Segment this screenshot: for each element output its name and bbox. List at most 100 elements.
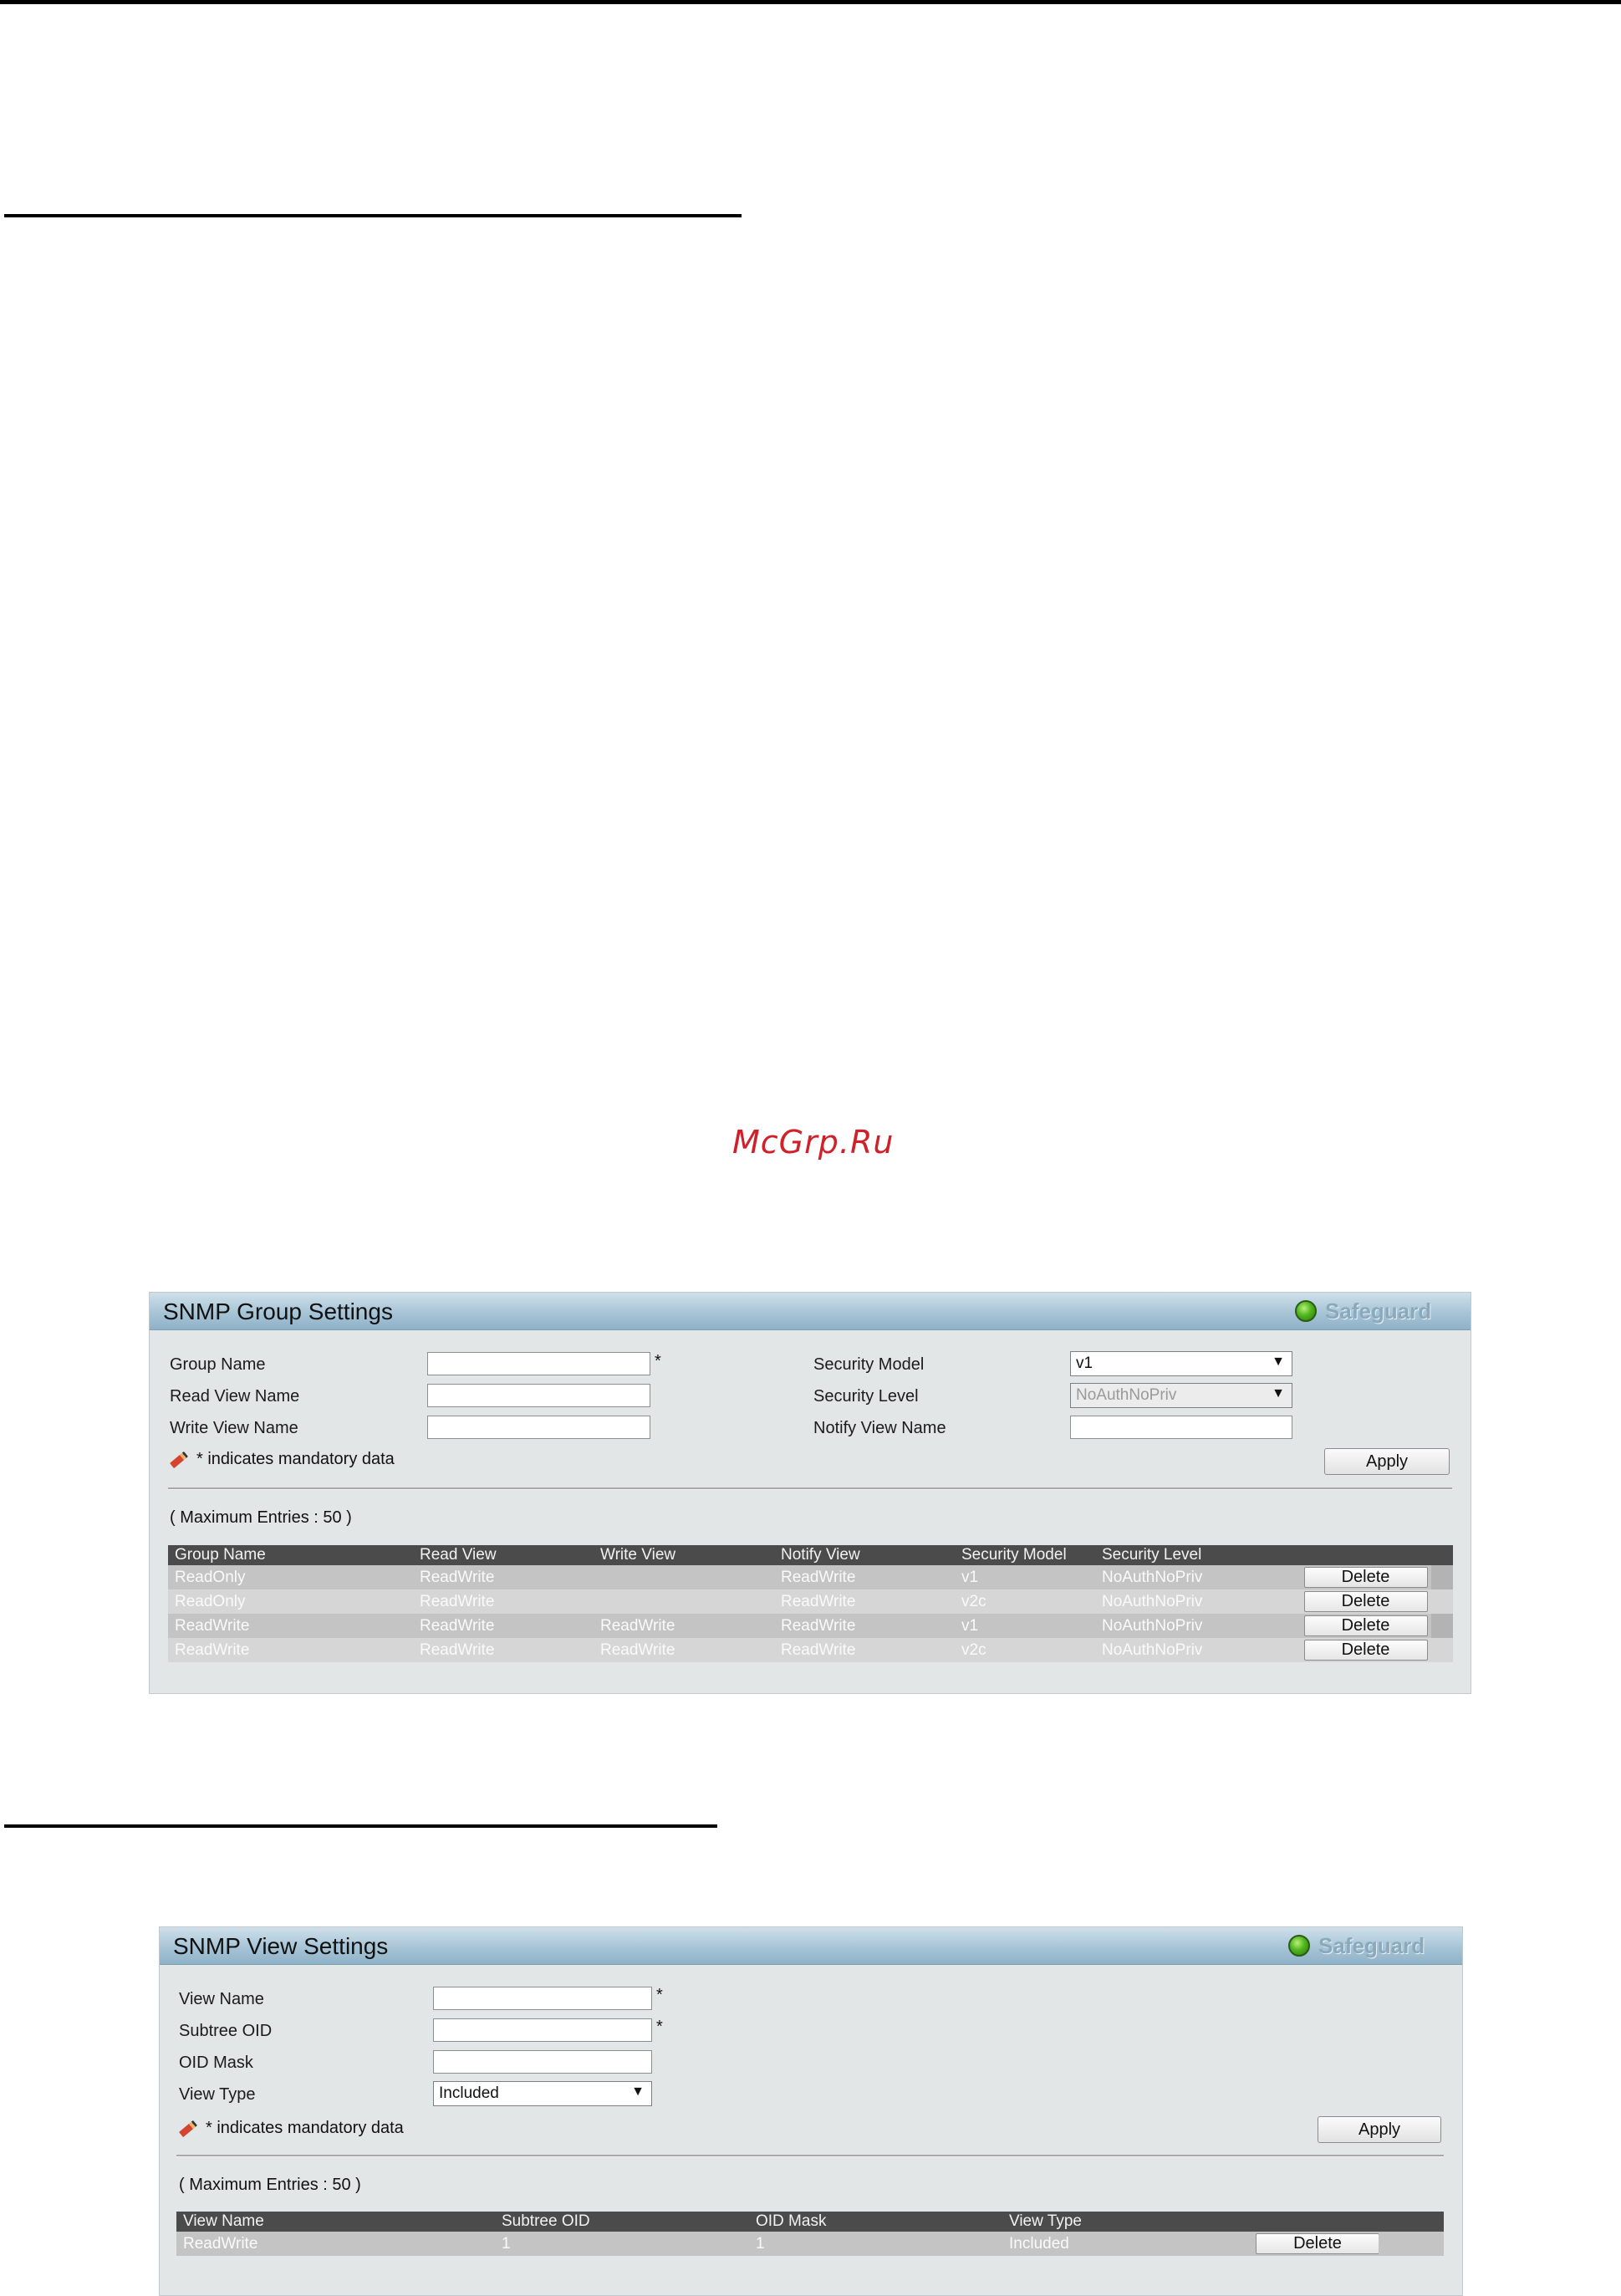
table-row: ReadOnly ReadWrite ReadWrite v2c NoAuthN… [168, 1589, 1453, 1614]
subtree-oid-input[interactable] [433, 2018, 652, 2042]
scrollbar-track[interactable] [1431, 1614, 1453, 1638]
table-row: ReadWrite 1 1 Included Delete [176, 2232, 1444, 2256]
column-header-read-view: Read View [413, 1545, 594, 1565]
cell-group-name: ReadWrite [168, 1614, 413, 1638]
notify-view-name-input[interactable] [1070, 1416, 1292, 1439]
cell-notify-view: ReadWrite [774, 1589, 955, 1614]
delete-button[interactable]: Delete [1303, 1567, 1428, 1588]
divider [176, 2155, 1444, 2157]
subtree-oid-label: Subtree OID [179, 2022, 273, 2040]
snmp-view-settings-panel: SNMP View Settings Safeguard View Name *… [159, 1926, 1463, 2296]
cell-spacer [1379, 2232, 1444, 2256]
column-header-view-type: View Type [1002, 2212, 1256, 2232]
security-model-select[interactable]: v1 ▼ [1070, 1351, 1292, 1376]
panel-title: SNMP Group Settings [163, 1299, 393, 1324]
view-table: View Name Subtree OID OID Mask View Type… [176, 2212, 1444, 2256]
cell-write-view [594, 1565, 774, 1589]
chevron-down-icon: ▼ [1272, 1386, 1285, 1401]
cell-security-level: NoAuthNoPriv [1095, 1565, 1300, 1589]
cell-notify-view: ReadWrite [774, 1614, 955, 1638]
security-level-select[interactable]: NoAuthNoPriv ▼ [1070, 1383, 1292, 1408]
column-header-security-level: Security Level [1095, 1545, 1300, 1565]
table-row: ReadOnly ReadWrite ReadWrite v1 NoAuthNo… [168, 1565, 1453, 1589]
section-rule-1 [4, 214, 742, 217]
cell-security-model: v2c [955, 1638, 1095, 1662]
column-header-scroll [1431, 1545, 1453, 1565]
apply-button[interactable]: Apply [1324, 1448, 1450, 1475]
mandatory-note-text: * indicates mandatory data [196, 1450, 395, 1468]
read-view-name-input[interactable] [427, 1384, 650, 1407]
delete-button[interactable]: Delete [1256, 2233, 1379, 2254]
table-header-row: View Name Subtree OID OID Mask View Type [176, 2212, 1444, 2232]
delete-button[interactable]: Delete [1303, 1640, 1428, 1661]
cell-action: Delete [1300, 1565, 1431, 1589]
view-type-label: View Type [179, 2085, 256, 2104]
subtree-oid-required-mark: * [656, 2018, 663, 2036]
scrollbar-track[interactable] [1431, 1638, 1453, 1662]
cell-notify-view: ReadWrite [774, 1638, 955, 1662]
cell-security-level: NoAuthNoPriv [1095, 1614, 1300, 1638]
cell-view-name: ReadWrite [176, 2232, 495, 2256]
section-rule-2 [4, 1824, 717, 1828]
mandatory-note: * indicates mandatory data [170, 1450, 395, 1469]
table-header-row: Group Name Read View Write View Notify V… [168, 1545, 1453, 1565]
cell-read-view: ReadWrite [413, 1614, 594, 1638]
cell-action: Delete [1300, 1614, 1431, 1638]
cell-write-view: ReadWrite [594, 1614, 774, 1638]
view-type-value: Included [439, 2084, 499, 2102]
read-view-name-label: Read View Name [170, 1387, 300, 1406]
cell-write-view [594, 1589, 774, 1614]
write-view-name-input[interactable] [427, 1416, 650, 1439]
group-name-input[interactable] [427, 1352, 650, 1375]
view-name-label: View Name [179, 1990, 264, 2008]
group-name-label: Group Name [170, 1355, 266, 1374]
panel-header: SNMP Group Settings Safeguard [150, 1293, 1471, 1330]
cell-notify-view: ReadWrite [774, 1565, 955, 1589]
notify-view-name-label: Notify View Name [813, 1419, 946, 1437]
panel-title: SNMP View Settings [173, 1933, 389, 1959]
mandatory-note-text: * indicates mandatory data [206, 2119, 404, 2137]
max-entries-label: ( Maximum Entries : 50 ) [179, 2176, 361, 2194]
delete-button[interactable]: Delete [1303, 1615, 1428, 1636]
pencil-icon [179, 2120, 197, 2137]
security-model-value: v1 [1076, 1355, 1093, 1372]
apply-button[interactable]: Apply [1318, 2116, 1441, 2143]
max-entries-label: ( Maximum Entries : 50 ) [170, 1508, 352, 1527]
scrollbar-track[interactable] [1431, 1565, 1453, 1589]
mandatory-note: * indicates mandatory data [179, 2119, 404, 2138]
cell-security-model: v2c [955, 1589, 1095, 1614]
security-level-label: Security Level [813, 1387, 919, 1406]
column-header-security-model: Security Model [955, 1545, 1095, 1565]
view-type-select[interactable]: Included ▼ [433, 2081, 652, 2106]
write-view-name-label: Write View Name [170, 1419, 298, 1437]
cell-security-level: NoAuthNoPriv [1095, 1589, 1300, 1614]
scrollbar-track[interactable] [1431, 1589, 1453, 1614]
column-header-notify-view: Notify View [774, 1545, 955, 1565]
pencil-icon [170, 1451, 188, 1468]
divider [168, 1487, 1452, 1490]
delete-button[interactable]: Delete [1303, 1591, 1428, 1612]
safeguard-label: Safeguard [1318, 1932, 1425, 1958]
table-row: ReadWrite ReadWrite ReadWrite ReadWrite … [168, 1638, 1453, 1662]
cell-security-model: v1 [955, 1565, 1095, 1589]
top-rule [0, 0, 1621, 4]
column-header-write-view: Write View [594, 1545, 774, 1565]
cell-oid-mask: 1 [749, 2232, 1002, 2256]
cell-action: Delete [1300, 1638, 1431, 1662]
security-model-label: Security Model [813, 1355, 925, 1374]
column-header-action [1300, 1545, 1431, 1565]
column-header-oid-mask: OID Mask [749, 2212, 1002, 2232]
chevron-down-icon: ▼ [631, 2084, 645, 2099]
snmp-group-settings-panel: SNMP Group Settings Safeguard Group Name… [149, 1292, 1471, 1694]
security-level-value: NoAuthNoPriv [1076, 1386, 1177, 1404]
column-header-action [1256, 2212, 1379, 2232]
safeguard-status-icon [1288, 1935, 1310, 1957]
view-name-required-mark: * [656, 1986, 663, 2004]
panel-header: SNMP View Settings Safeguard [160, 1927, 1462, 1965]
safeguard-indicator: Safeguard [1295, 1299, 1431, 1324]
cell-security-level: NoAuthNoPriv [1095, 1638, 1300, 1662]
view-name-input[interactable] [433, 1987, 652, 2010]
watermark: McGrp.Ru [732, 1124, 895, 1161]
group-name-required-mark: * [655, 1352, 661, 1370]
oid-mask-input[interactable] [433, 2050, 652, 2074]
